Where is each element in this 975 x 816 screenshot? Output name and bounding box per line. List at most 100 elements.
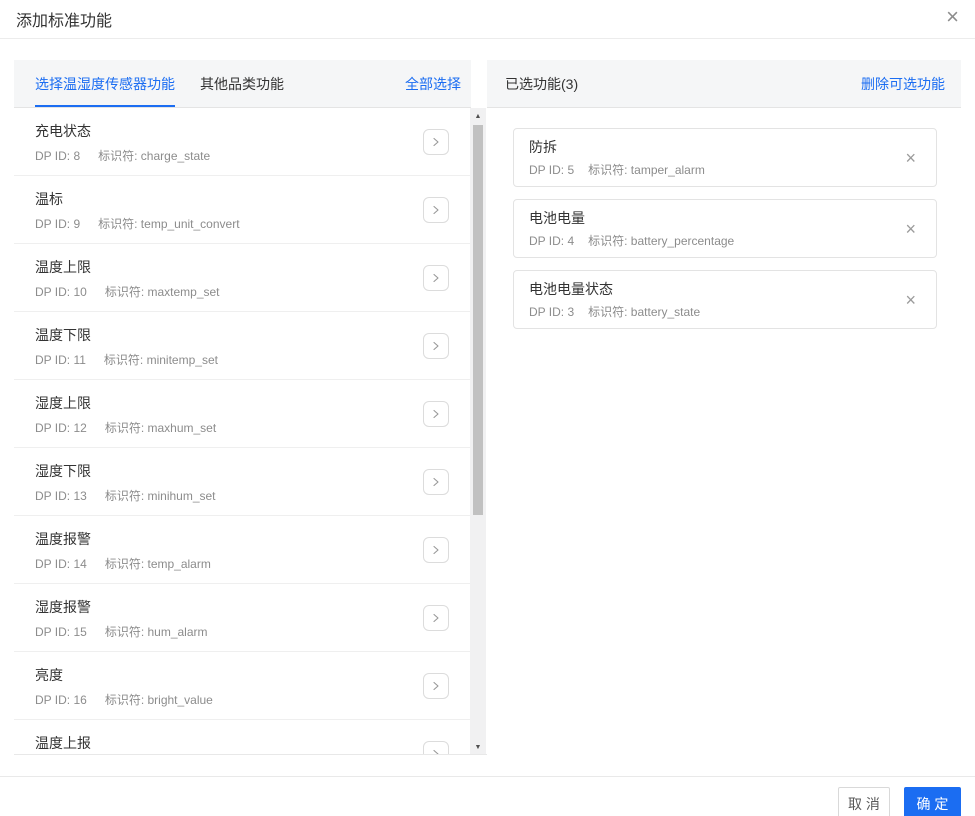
function-name: 充电状态 [35,123,91,139]
function-identifier: 标识符: temp_alarm [104,557,211,571]
function-dp-id: DP ID: 13 [35,489,87,503]
selected-function-name: 电池电量状态 [529,281,613,297]
function-name: 湿度报警 [35,599,91,615]
scrollbar-track[interactable]: ▲ ▼ [470,108,486,754]
chevron-right-icon [430,204,442,216]
function-row: 温度下限 DP ID: 11 标识符: minitemp_set [14,312,471,380]
scroll-up-button[interactable]: ▲ [470,108,486,124]
add-function-button[interactable] [423,536,449,563]
function-meta: DP ID: 8 标识符: charge_state [35,147,471,164]
selected-function-meta: DP ID: 4 标识符: battery_percentage [529,232,936,249]
chevron-right-icon [430,680,442,692]
selected-function-name: 电池电量 [529,210,585,226]
dialog-body: 选择温湿度传感器功能 其他品类功能 全部选择 充电状态 DP ID: 8 标识符:… [14,60,961,755]
function-name: 亮度 [35,667,63,683]
add-function-button[interactable] [423,264,449,291]
function-row: 湿度上限 DP ID: 12 标识符: maxhum_set [14,380,471,448]
function-list-wrapper: 充电状态 DP ID: 8 标识符: charge_state 温标 DP ID:… [14,108,487,755]
selected-function-dp-id: DP ID: 4 [529,234,575,248]
chevron-right-icon [430,476,442,488]
function-identifier: 标识符: hum_alarm [104,625,208,639]
function-row: 湿度下限 DP ID: 13 标识符: minihum_set [14,448,471,516]
scroll-down-button[interactable]: ▼ [470,739,486,754]
function-meta: DP ID: 16 标识符: bright_value [35,691,471,708]
selected-functions-panel: 已选功能(3) 删除可选功能 防拆 DP ID: 5 标识符: tamper_al… [487,60,961,755]
right-panel-header: 已选功能(3) 删除可选功能 [487,60,961,108]
function-name: 温度下限 [35,327,91,343]
function-name: 温度上限 [35,259,91,275]
function-meta: DP ID: 14 标识符: temp_alarm [35,555,471,572]
select-all-link[interactable]: 全部选择 [405,74,471,94]
remove-function-button[interactable]: × [905,291,916,309]
function-dp-id: DP ID: 15 [35,625,87,639]
function-dp-id: DP ID: 12 [35,421,87,435]
function-identifier: 标识符: minihum_set [104,489,216,503]
add-function-button[interactable] [423,128,449,155]
selected-function-card: 电池电量 DP ID: 4 标识符: battery_percentage × [513,199,937,258]
remove-optional-link[interactable]: 删除可选功能 [861,74,945,94]
function-identifier: 标识符: maxhum_set [104,421,217,435]
function-identifier: 标识符: maxtemp_set [104,285,220,299]
add-function-button[interactable] [423,332,449,359]
chevron-right-icon [430,612,442,624]
function-row: 温度上报 [14,720,471,754]
function-row: 温度上限 DP ID: 10 标识符: maxtemp_set [14,244,471,312]
cancel-button[interactable]: 取 消 [838,787,890,816]
selected-function-identifier: 标识符: tamper_alarm [588,163,705,177]
chevron-right-icon [430,272,442,284]
chevron-right-icon [430,340,442,352]
selected-function-dp-id: DP ID: 3 [529,305,575,319]
function-meta: DP ID: 15 标识符: hum_alarm [35,623,471,640]
dialog-footer: 取 消 确 定 [0,776,975,816]
function-meta: DP ID: 9 标识符: temp_unit_convert [35,215,471,232]
selected-function-identifier: 标识符: battery_state [588,305,701,319]
function-meta: DP ID: 11 标识符: minitemp_set [35,351,471,368]
function-dp-id: DP ID: 9 [35,217,81,231]
chevron-right-icon [430,408,442,420]
function-dp-id: DP ID: 16 [35,693,87,707]
tab-other-categories[interactable]: 其他品类功能 [200,60,284,107]
function-row: 温标 DP ID: 9 标识符: temp_unit_convert [14,176,471,244]
chevron-right-icon [430,136,442,148]
selected-function-card: 电池电量状态 DP ID: 3 标识符: battery_state × [513,270,937,329]
add-function-button[interactable] [423,196,449,223]
scrollbar-thumb[interactable] [473,125,483,515]
selected-function-name: 防拆 [529,139,557,155]
function-dp-id: DP ID: 11 [35,353,86,367]
dialog-header: 添加标准功能 × [0,0,975,39]
add-function-button[interactable] [423,740,449,754]
selected-function-dp-id: DP ID: 5 [529,163,575,177]
remove-function-button[interactable]: × [905,220,916,238]
add-function-button[interactable] [423,604,449,631]
function-meta: DP ID: 12 标识符: maxhum_set [35,419,471,436]
function-row: 温度报警 DP ID: 14 标识符: temp_alarm [14,516,471,584]
dialog-close-icon[interactable]: × [946,2,959,32]
function-name: 湿度上限 [35,395,91,411]
function-identifier: 标识符: temp_unit_convert [98,217,240,231]
function-identifier: 标识符: charge_state [98,149,211,163]
function-meta: DP ID: 13 标识符: minihum_set [35,487,471,504]
left-panel-header: 选择温湿度传感器功能 其他品类功能 全部选择 [14,60,471,108]
function-name: 温标 [35,191,63,207]
function-name: 温度上报 [35,735,91,751]
add-function-button[interactable] [423,468,449,495]
function-dp-id: DP ID: 10 [35,285,87,299]
available-functions-panel: 选择温湿度传感器功能 其他品类功能 全部选择 充电状态 DP ID: 8 标识符:… [14,60,487,755]
add-function-button[interactable] [423,400,449,427]
chevron-right-icon [430,544,442,556]
dialog-title: 添加标准功能 [16,13,113,30]
add-function-button[interactable] [423,672,449,699]
function-identifier: 标识符: minitemp_set [103,353,218,367]
chevron-right-icon [430,748,442,754]
remove-function-button[interactable]: × [905,149,916,167]
function-meta: DP ID: 10 标识符: maxtemp_set [35,283,471,300]
tab-sensor-functions[interactable]: 选择温湿度传感器功能 [35,60,175,107]
selected-function-list: 防拆 DP ID: 5 标识符: tamper_alarm × 电池电量 DP I… [487,108,961,329]
selected-panel-title: 已选功能(3) [505,75,579,92]
confirm-button[interactable]: 确 定 [904,787,961,816]
selected-function-identifier: 标识符: battery_percentage [588,234,735,248]
function-row: 亮度 DP ID: 16 标识符: bright_value [14,652,471,720]
function-list: 充电状态 DP ID: 8 标识符: charge_state 温标 DP ID:… [14,108,471,754]
function-identifier: 标识符: bright_value [104,693,213,707]
selected-function-card: 防拆 DP ID: 5 标识符: tamper_alarm × [513,128,937,187]
